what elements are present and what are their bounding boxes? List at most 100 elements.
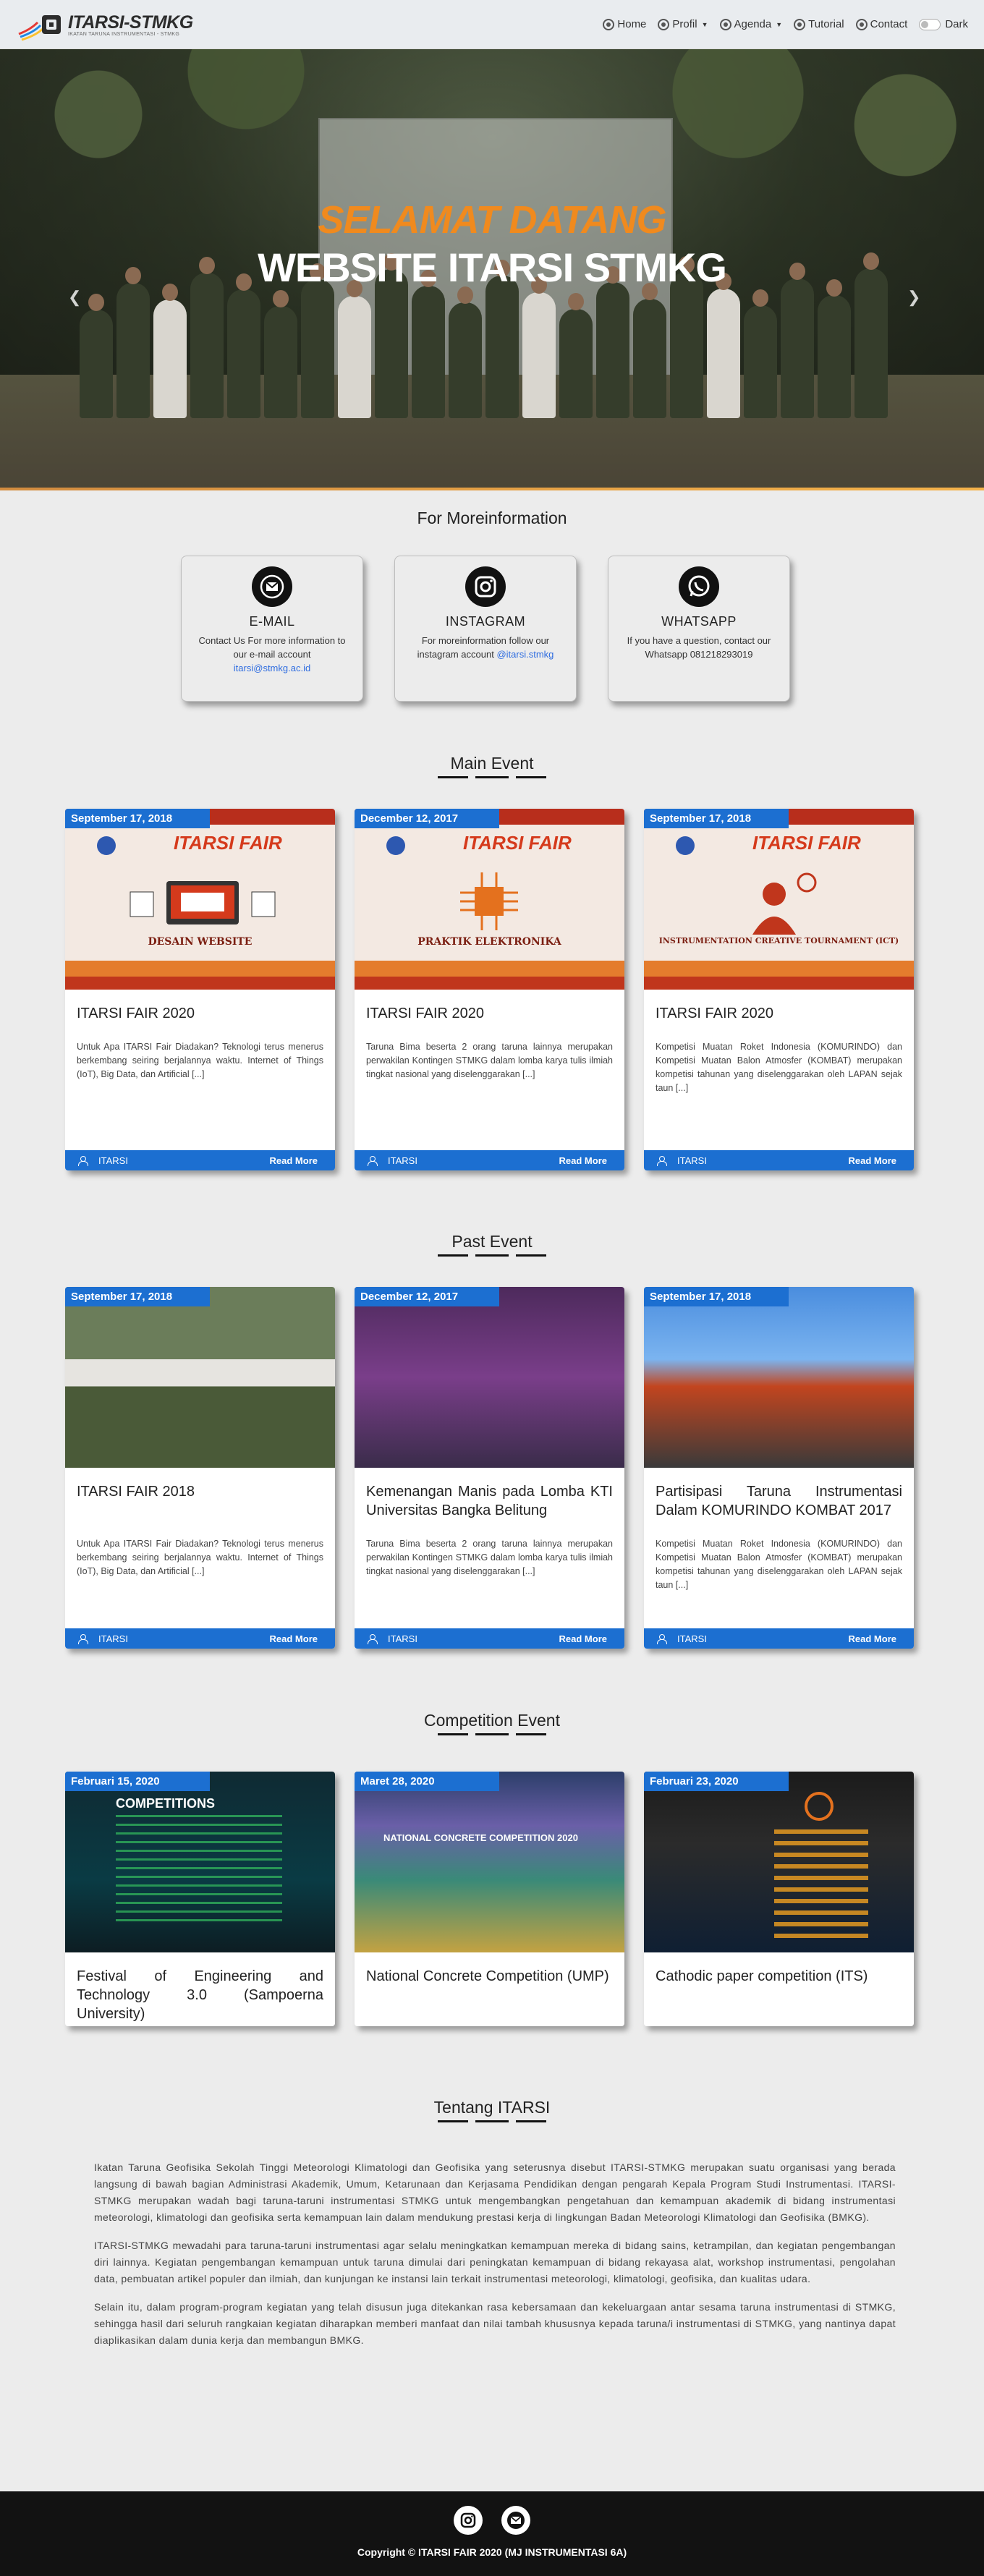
- thumbnail-caption: DESAIN WEBSITE: [148, 936, 253, 948]
- person-silhouette: [670, 256, 703, 418]
- competition-title[interactable]: Festival of Engineering and Technology 3…: [77, 1967, 323, 2023]
- event-excerpt: Untuk Apa ITARSI Fair Diadakan? Teknolog…: [77, 1042, 323, 1079]
- event-card[interactable]: ITARSI FAIR DESAIN WEBSITE September 17,…: [65, 809, 335, 1170]
- person-silhouette: [707, 273, 740, 418]
- nav-profil[interactable]: Profil ▼: [658, 18, 708, 30]
- event-card[interactable]: December 12, 2017 Kemenangan Manis pada …: [355, 1287, 624, 1649]
- contact-card-instagram[interactable]: INSTAGRAM For moreinformation follow our…: [394, 556, 577, 702]
- instagram-icon[interactable]: [454, 2506, 483, 2535]
- person-silhouette: [559, 293, 593, 418]
- toggle-switch[interactable]: [919, 18, 941, 30]
- person-head: [88, 294, 104, 311]
- user-icon: [78, 1633, 88, 1644]
- hero-title-welcome: SELAMAT DATANG: [318, 198, 667, 242]
- nav-profil-label: Profil: [672, 18, 697, 30]
- nav-tutorial-label: Tutorial: [808, 18, 844, 30]
- poster-logo-icon: [805, 1792, 834, 1821]
- competition-card[interactable]: Februari 23, 2020 Cathodic paper competi…: [644, 1772, 914, 2026]
- dark-mode-toggle[interactable]: Dark: [919, 18, 968, 30]
- event-card[interactable]: September 17, 2018 Partisipasi Taruna In…: [644, 1287, 914, 1649]
- competition-title[interactable]: Cathodic paper competition (ITS): [656, 1967, 902, 1986]
- event-title[interactable]: Kemenangan Manis pada Lomba KTI Universi…: [366, 1482, 613, 1520]
- read-more-link[interactable]: Read More: [270, 1633, 318, 1644]
- navbar: ITARSI-STMKG IKATAN TARUNA INSTRUMENTASI…: [0, 0, 984, 49]
- hero-caption: SELAMAT DATANG WEBSITE ITARSI STMKG: [0, 197, 984, 291]
- email-icon[interactable]: [501, 2506, 530, 2535]
- event-title[interactable]: Partisipasi Taruna Instrumentasi Dalam K…: [656, 1482, 902, 1520]
- event-title[interactable]: ITARSI FAIR 2020: [77, 1004, 323, 1023]
- user-icon: [657, 1633, 667, 1644]
- email-icon: [252, 566, 292, 607]
- nav-home[interactable]: Home: [603, 18, 646, 30]
- event-card[interactable]: ITARSI FAIR INSTRUMENTATION CREATIVE TOU…: [644, 809, 914, 1170]
- read-more-link[interactable]: Read More: [270, 1155, 318, 1166]
- event-author: ITARSI: [657, 1633, 707, 1644]
- person-silhouette: [153, 284, 187, 418]
- brand-logo[interactable]: ITARSI-STMKG IKATAN TARUNA INSTRUMENTASI…: [16, 8, 193, 41]
- event-title[interactable]: ITARSI FAIR 2020: [366, 1004, 613, 1023]
- contact-label: E-MAIL: [249, 614, 295, 629]
- nav-tutorial[interactable]: Tutorial: [794, 18, 844, 30]
- event-footer: ITARSI Read More: [65, 1628, 335, 1649]
- competition-event-title-text: Competition Event: [424, 1711, 560, 1730]
- event-title[interactable]: ITARSI FAIR 2020: [656, 1004, 902, 1023]
- poster-title: COMPETITIONS: [116, 1796, 216, 1811]
- event-card[interactable]: September 17, 2018 ITARSI FAIR 2018 Untu…: [65, 1287, 335, 1649]
- title-underline: [438, 1254, 546, 1257]
- event-date-badge: September 17, 2018: [65, 809, 210, 828]
- thumbnail-caption: PRAKTIK ELEKTRONIKA: [417, 936, 561, 948]
- poster-details: [774, 1829, 868, 1938]
- contact-desc-text: If you have a question, contact our What…: [627, 635, 771, 660]
- person-silhouette: [375, 253, 408, 418]
- nav-contact[interactable]: Contact: [855, 18, 907, 30]
- contact-desc: Contact Us For more information to our e…: [182, 634, 362, 675]
- read-more-link[interactable]: Read More: [559, 1155, 607, 1166]
- person-silhouette: [264, 290, 297, 418]
- event-thumbnail: ITARSI FAIR DESAIN WEBSITE September 17,…: [65, 809, 335, 990]
- poster-details: [116, 1815, 282, 1924]
- instagram-link[interactable]: @itarsi.stmkg: [496, 649, 554, 660]
- event-footer: ITARSI Read More: [355, 1628, 624, 1649]
- title-underline: [438, 1733, 546, 1735]
- competition-title[interactable]: National Concrete Competition (UMP): [366, 1967, 613, 1986]
- read-more-link[interactable]: Read More: [559, 1633, 607, 1644]
- author-name: ITARSI: [677, 1155, 707, 1166]
- hero-carousel: SELAMAT DATANG WEBSITE ITARSI STMKG ❮ ❯: [0, 49, 984, 490]
- website-illustration-icon: [130, 881, 276, 924]
- carousel-prev-icon[interactable]: ❮: [68, 288, 81, 307]
- competition-card[interactable]: COMPETITIONS Februari 15, 2020 Festival …: [65, 1772, 335, 2026]
- author-name: ITARSI: [98, 1155, 128, 1166]
- nav-home-label: Home: [617, 18, 647, 30]
- thumbnail-caption: INSTRUMENTATION CREATIVE TOURNAMENT (ICT…: [658, 936, 899, 945]
- carousel-next-icon[interactable]: ❯: [907, 288, 920, 307]
- nav-agenda[interactable]: Agenda ▼: [719, 18, 783, 30]
- person-silhouette: [301, 263, 334, 418]
- footer-social: [0, 2491, 984, 2535]
- competition-card[interactable]: NATIONAL CONCRETE COMPETITION 2020 Maret…: [355, 1772, 624, 2026]
- book-icon: [794, 18, 806, 30]
- poster-title: NATIONAL CONCRETE COMPETITION 2020: [383, 1832, 578, 1843]
- about-title-text: Tentang ITARSI: [433, 2098, 551, 2117]
- contact-card-whatsapp[interactable]: WHATSAPP If you have a question, contact…: [608, 556, 790, 702]
- event-card[interactable]: ITARSI FAIR PRAKTIK ELEKTRONIKA December…: [355, 809, 624, 1170]
- author-name: ITARSI: [98, 1633, 128, 1644]
- person-silhouette: [412, 270, 445, 418]
- fair-logo: ITARSI FAIR: [752, 832, 861, 854]
- chevron-down-icon: ▼: [776, 20, 783, 28]
- event-title[interactable]: ITARSI FAIR 2018: [77, 1482, 323, 1501]
- person-silhouette: [227, 273, 260, 418]
- contact-card-email[interactable]: E-MAIL Contact Us For more information t…: [181, 556, 363, 702]
- read-more-link[interactable]: Read More: [849, 1633, 896, 1644]
- about-paragraph: Selain itu, dalam program-program kegiat…: [94, 2301, 896, 2346]
- hero-title-website: WEBSITE ITARSI STMKG: [258, 245, 727, 290]
- person-silhouette: [338, 280, 371, 418]
- footer: Copyright © ITARSI FAIR 2020 (MJ INSTRUM…: [0, 2491, 984, 2576]
- emblem-icon: [97, 836, 116, 855]
- person-silhouette: [190, 257, 224, 418]
- profile-icon: [658, 18, 670, 30]
- read-more-link[interactable]: Read More: [849, 1155, 896, 1166]
- competition-poster: Februari 23, 2020: [644, 1772, 914, 1952]
- contact-desc: If you have a question, contact our What…: [608, 634, 789, 661]
- person-head: [752, 289, 768, 307]
- email-link[interactable]: itarsi@stmkg.ac.id: [234, 663, 310, 673]
